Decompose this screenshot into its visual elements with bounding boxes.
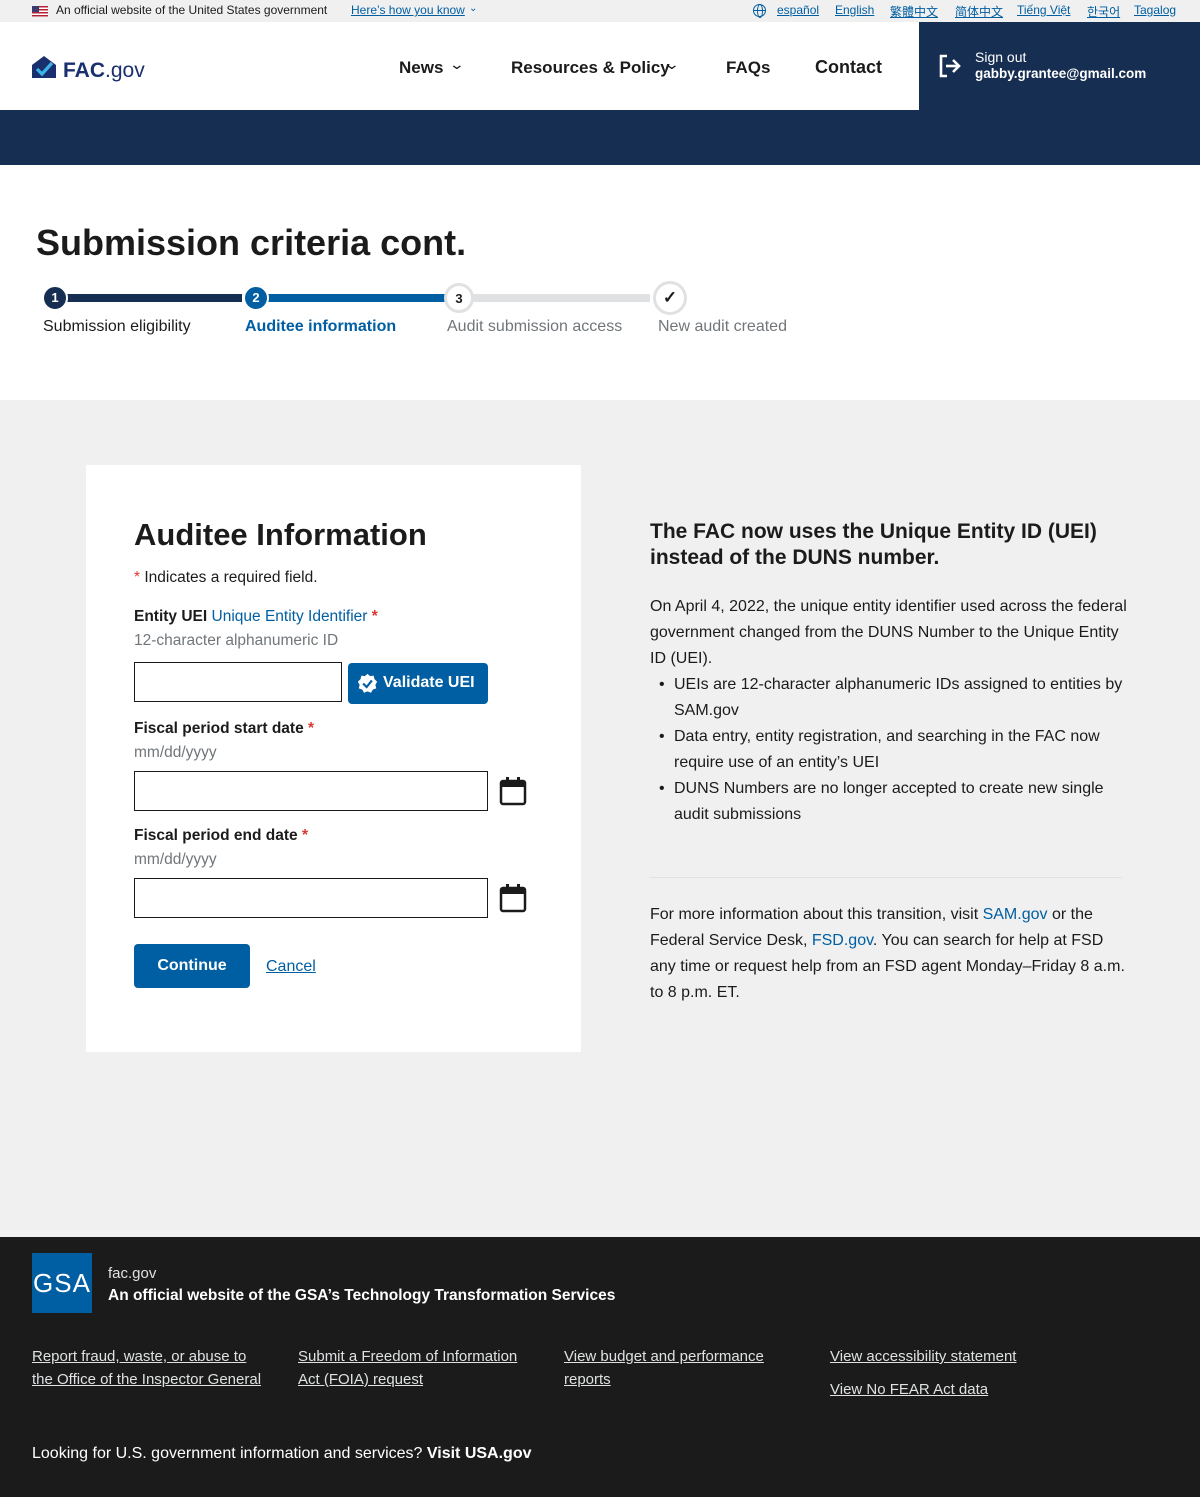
footer-domain: fac.gov (108, 1265, 157, 1282)
nav-news[interactable]: News (399, 58, 443, 78)
validate-uei-label: Validate UEI (383, 674, 475, 691)
fiscal-start-input[interactable] (134, 771, 488, 811)
uei-info-intro: On April 4, 2022, the unique entity iden… (650, 598, 1127, 667)
uei-input[interactable] (134, 662, 342, 702)
site-header: FAC.gov News ⌄ Resources & Policy ⌄ FAQs… (0, 22, 1200, 110)
required-asterisk: * (134, 569, 141, 586)
site-footer: GSA fac.gov An official website of the G… (0, 1237, 1200, 1497)
language-link-espanol[interactable]: español (777, 3, 819, 17)
uei-info-link[interactable]: Unique Entity Identifier (212, 608, 368, 625)
transition-text-prefix: For more information about this transiti… (650, 906, 983, 923)
language-link-korean[interactable]: 한국어 (1087, 3, 1120, 20)
step-3-number: 3 (444, 283, 474, 313)
usa-gov-prefix: Looking for U.S. government information … (32, 1445, 427, 1462)
uei-info-list: UEIs are 12-character alphanumeric IDs a… (659, 672, 1134, 828)
site-logo[interactable]: FAC.gov (63, 59, 145, 83)
list-item: UEIs are 12-character alphanumeric IDs a… (659, 672, 1134, 724)
usa-gov-line: Looking for U.S. government information … (32, 1445, 532, 1463)
calendar-icon[interactable] (499, 883, 527, 913)
official-site-text: An official website of the United States… (56, 3, 328, 17)
how-you-know-link[interactable]: Here’s how you know (351, 3, 465, 17)
globe-icon (753, 4, 766, 18)
fsd-gov-link[interactable]: FSD.gov (812, 932, 873, 949)
us-flag-icon (32, 6, 48, 17)
required-asterisk: * (371, 608, 378, 625)
accessibility-link[interactable]: View accessibility statement (830, 1345, 1060, 1368)
transition-info: For more information about this transiti… (650, 902, 1130, 1006)
foia-link[interactable]: Submit a Freedom of Information Act (FOI… (298, 1345, 528, 1391)
fiscal-end-label-text: Fiscal period end date (134, 827, 298, 844)
list-item: Data entry, entity registration, and sea… (659, 724, 1134, 776)
uei-label: Entity UEI Unique Entity Identifier * (134, 608, 378, 626)
header-band (0, 110, 1200, 165)
list-item: DUNS Numbers are no longer accepted to c… (659, 776, 1134, 828)
fac-logo-icon[interactable] (32, 56, 56, 78)
budget-performance-link[interactable]: View budget and performance reports (564, 1345, 794, 1391)
language-link-simplified-chinese[interactable]: 简体中文 (955, 3, 1003, 20)
required-note: * Indicates a required field. (134, 569, 318, 587)
step-2-number: 2 (243, 285, 269, 311)
nav-contact[interactable]: Contact (815, 57, 882, 78)
nav-resources-policy[interactable]: Resources & Policy (511, 58, 670, 78)
oig-report-link[interactable]: Report fraud, waste, or abuse to the Off… (32, 1345, 262, 1391)
usa-gov-link[interactable]: Visit USA.gov (427, 1445, 532, 1462)
logo-bold-text: FAC (63, 59, 105, 82)
validate-uei-button[interactable]: Validate UEI (348, 663, 488, 704)
footer-official-text: An official website of the GSA’s Technol… (108, 1287, 615, 1305)
auditee-form-card: Auditee Information * Indicates a requir… (86, 465, 581, 1052)
sign-out-button[interactable]: Sign out gabby.grantee@gmail.com (919, 22, 1200, 110)
step-1-label: Submission eligibility (43, 318, 191, 335)
footer-official-prefix: An official website of the (108, 1287, 295, 1304)
language-link-english[interactable]: English (835, 3, 874, 17)
step-3-label: Audit submission access (447, 318, 623, 335)
uei-hint: 12-character alphanumeric ID (134, 632, 339, 649)
fiscal-start-label: Fiscal period start date * (134, 720, 314, 738)
language-link-traditional-chinese[interactable]: 繁體中文 (890, 3, 938, 20)
gsa-logo[interactable]: GSA (32, 1253, 92, 1313)
required-asterisk: * (301, 827, 309, 844)
chevron-down-icon[interactable]: ⌄ (449, 56, 465, 73)
step-segment-current (256, 294, 446, 302)
fiscal-end-input[interactable] (134, 878, 488, 918)
step-4-label: New audit created (658, 318, 787, 335)
language-link-tagalog[interactable]: Tagalog (1134, 3, 1176, 17)
logo-suffix-text: .gov (105, 59, 145, 82)
continue-button[interactable]: Continue (134, 944, 250, 988)
required-asterisk: * (308, 720, 315, 737)
step-1-number: 1 (42, 285, 68, 311)
required-note-text: Indicates a required field. (144, 569, 318, 586)
page-title: Submission criteria cont. (36, 222, 467, 263)
step-2-label: Auditee information (245, 318, 397, 335)
step-segment-complete (55, 294, 242, 302)
uei-label-text: Entity UEI (134, 608, 208, 625)
verified-badge-icon (357, 673, 378, 693)
cancel-link[interactable]: Cancel (266, 958, 316, 976)
fiscal-start-label-text: Fiscal period start date (134, 720, 304, 737)
fiscal-start-hint: mm/dd/yyyy (134, 744, 217, 761)
check-icon: ✓ (653, 281, 687, 315)
tts-link[interactable]: GSA’s Technology Transformation Services (295, 1287, 615, 1304)
gov-banner: An official website of the United States… (0, 0, 1200, 22)
language-link-vietnamese[interactable]: Tiếng Việt (1017, 3, 1070, 17)
sam-gov-link[interactable]: SAM.gov (983, 906, 1048, 923)
user-email: gabby.grantee@gmail.com (975, 66, 1147, 81)
sign-out-label: Sign out (975, 49, 1027, 65)
divider (650, 877, 1122, 878)
no-fear-act-link[interactable]: View No FEAR Act data (830, 1378, 1060, 1401)
chevron-down-icon[interactable]: ⌄ (469, 3, 477, 14)
fiscal-end-label: Fiscal period end date * (134, 827, 308, 845)
fiscal-end-hint: mm/dd/yyyy (134, 851, 217, 868)
calendar-icon[interactable] (499, 776, 527, 806)
form-title: Auditee Information (134, 517, 427, 552)
sign-out-icon (939, 54, 961, 78)
step-segment-upcoming (458, 294, 650, 302)
nav-faqs[interactable]: FAQs (726, 58, 770, 78)
uei-info-title: The FAC now uses the Unique Entity ID (U… (650, 520, 1097, 569)
chevron-down-icon[interactable]: ⌄ (664, 56, 680, 73)
